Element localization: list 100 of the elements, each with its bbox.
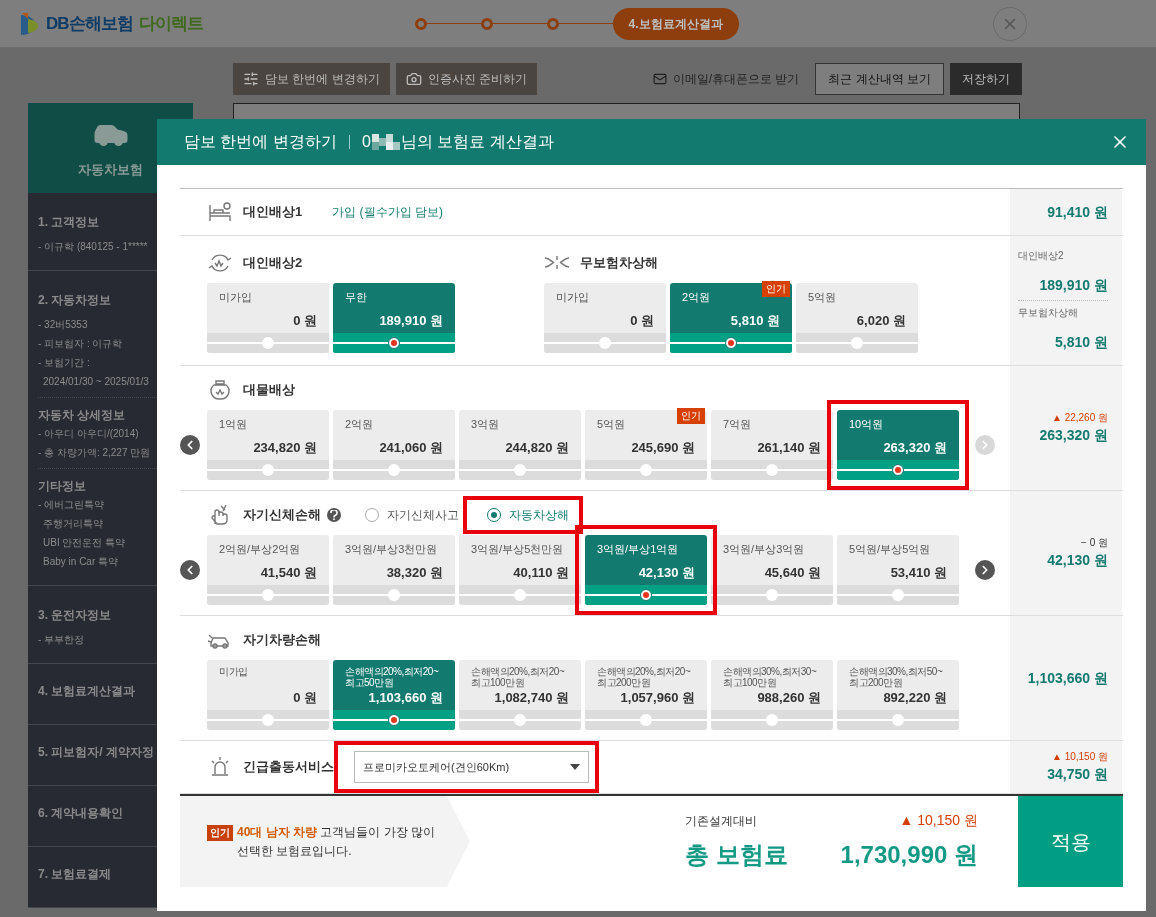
slider-thumb[interactable] (766, 464, 778, 476)
coverage-option[interactable]: 3억원 244,820 원 (459, 410, 581, 480)
modal-subtitle: 0 님의 보험료 계산결과 (361, 132, 554, 152)
history-button[interactable]: 최근 계산내역 보기 (815, 63, 944, 95)
option-label: 무한 (345, 290, 368, 305)
slider-thumb[interactable] (640, 464, 652, 476)
slider-thumb[interactable] (640, 589, 652, 601)
option-price: 234,820 원 (253, 438, 317, 457)
coverage-option[interactable]: 인기 2억원 5,810 원 (670, 283, 792, 353)
next-button[interactable] (975, 560, 995, 580)
coverage-option[interactable]: 인기 5억원 245,690 원 (585, 410, 707, 480)
coverage-option[interactable]: 손해액의30%,최저50~최고200만원 892,220 원 (837, 660, 959, 730)
coverage-option[interactable]: 손해액의20%,최저20~최고200만원 1,057,960 원 (585, 660, 707, 730)
coverage-option[interactable]: 미가입 0 원 (207, 283, 329, 353)
sidebar-detail: 주행거리특약 (42, 517, 103, 531)
coverage-option[interactable]: 5억원 6,020 원 (796, 283, 918, 353)
sidebar-heading[interactable]: 5. 피보험자/ 계약자정 (38, 743, 154, 761)
coverage-option[interactable]: 3억원/부상5천만원 40,110 원 (459, 535, 581, 605)
slider-thumb[interactable] (514, 714, 526, 726)
coverage-title: 무보험차상해 (580, 254, 658, 273)
coverage-option[interactable]: 미가입 0 원 (207, 660, 329, 730)
sidebar-heading[interactable]: 2. 자동차정보 (38, 291, 112, 309)
sidebar-heading[interactable]: 6. 계약내용확인 (38, 804, 124, 822)
option-label: 2억원/부상2억원 (219, 542, 302, 557)
toolbar-button[interactable]: 인증사진 준비하기 (395, 63, 537, 95)
sidebar-heading[interactable]: 4. 보험료계산결과 (38, 682, 136, 700)
popular-badge: 인기 (762, 281, 790, 297)
coverage-option[interactable]: 1억원 234,820 원 (207, 410, 329, 480)
slider-thumb[interactable] (640, 714, 652, 726)
save-button[interactable]: 저장하기 (950, 63, 1022, 95)
coverage-option[interactable]: 무한 189,910 원 (333, 283, 455, 353)
coverage-option[interactable]: 7억원 261,140 원 (711, 410, 833, 480)
mail-icon (652, 72, 667, 86)
slider-thumb[interactable] (892, 714, 904, 726)
recommendation-text: 40대 남자 차량 고객님들이 가장 많이 선택한 보험료입니다. (237, 823, 437, 860)
slider-thumb[interactable] (514, 589, 526, 601)
slider-thumb[interactable] (388, 589, 400, 601)
compare-label: 기존설계대비 (685, 812, 757, 830)
coverage-option[interactable]: 미가입 0 원 (544, 283, 666, 353)
toolbar-button[interactable]: 담보 한번에 변경하기 (233, 63, 390, 95)
previous-button[interactable] (180, 435, 200, 455)
option-label: 3억원/부상3억원 (723, 542, 806, 557)
coverage-option[interactable]: 2억원 241,060 원 (333, 410, 455, 480)
change-amount: ▲ 22,260 원 (1050, 411, 1108, 425)
option-price: 261,140 원 (757, 438, 821, 457)
slider-thumb[interactable] (388, 714, 400, 726)
coverage-option[interactable]: 손해액의20%,최저20~최고100만원 1,082,740 원 (459, 660, 581, 730)
option-price: 42,130 원 (638, 563, 695, 582)
email-link[interactable]: 이메일/휴대폰으로 받기 (672, 70, 800, 88)
option-price: 0 원 (293, 688, 317, 707)
option-label: 손해액의20%,최저20~최고50만원 (345, 666, 440, 688)
sidebar-detail: - 총 차량가액: 2,227 만원 (38, 446, 151, 460)
summary-label: 무보험차상해 (1018, 306, 1079, 320)
option-label: 3억원/부상3천만원 (345, 542, 439, 557)
sidebar-subheading[interactable]: 기타정보 (38, 477, 86, 495)
coverage-title: 대물배상 (243, 381, 295, 400)
slider-thumb[interactable] (262, 714, 274, 726)
option-price: 45,640 원 (764, 563, 821, 582)
coverage-option[interactable]: 3억원/부상1억원 42,130 원 (585, 535, 707, 605)
option-label: 미가입 (219, 666, 249, 677)
coverage-option[interactable]: 손해액의20%,최저20~최고50만원 1,103,660 원 (333, 660, 455, 730)
slider-thumb[interactable] (892, 589, 904, 601)
change-amount: − 0 원 (1080, 536, 1108, 550)
slider-thumb[interactable] (766, 714, 778, 726)
slider-thumb[interactable] (388, 464, 400, 476)
slider-thumb[interactable] (262, 589, 274, 601)
option-price: 189,910 원 (379, 311, 443, 330)
radio-option[interactable]: 자기신체사고 (365, 506, 459, 524)
slider-thumb[interactable] (892, 464, 904, 476)
slider-thumb[interactable] (725, 337, 737, 349)
slider-thumb[interactable] (262, 337, 274, 349)
change-amount: ▲ 10,150 원 (1050, 750, 1108, 764)
apply-button[interactable]: 적용 (1018, 796, 1123, 887)
sliders-icon (243, 71, 259, 87)
coverage-option[interactable]: 5억원/부상5억원 53,410 원 (837, 535, 959, 605)
slider-thumb[interactable] (599, 337, 611, 349)
service-dropdown[interactable]: 프로미카오토케어(견인60Km) (354, 751, 589, 783)
slider-thumb[interactable] (851, 337, 863, 349)
slider-thumb[interactable] (514, 464, 526, 476)
sidebar-heading[interactable]: 3. 운전자정보 (38, 606, 112, 624)
slider-thumb[interactable] (262, 464, 274, 476)
sidebar-heading[interactable]: 1. 고객정보 (38, 213, 100, 231)
slider-thumb[interactable] (766, 589, 778, 601)
previous-button[interactable] (180, 560, 200, 580)
coverage-option[interactable]: 손해액의30%,최저30~최고100만원 988,260 원 (711, 660, 833, 730)
help-icon[interactable] (327, 508, 341, 522)
coverage-option[interactable]: 3억원/부상3억원 45,640 원 (711, 535, 833, 605)
coverage-option[interactable]: 10억원 263,320 원 (837, 410, 959, 480)
coverage-title: 자기신체손해 (243, 506, 321, 525)
coverage-option[interactable]: 3억원/부상3천만원 38,320 원 (333, 535, 455, 605)
option-label: 2억원 (345, 417, 375, 432)
radio-option[interactable]: 자동차상해 (487, 506, 569, 524)
option-label: 5억원 (808, 290, 838, 305)
option-label: 손해액의20%,최저20~최고200만원 (597, 666, 692, 688)
coverage-option[interactable]: 2억원/부상2억원 41,540 원 (207, 535, 329, 605)
sidebar-heading[interactable]: 7. 보험료결제 (38, 865, 112, 883)
sidebar-subheading[interactable]: 자동차 상세정보 (38, 406, 126, 424)
option-price: 0 원 (630, 311, 654, 330)
slider-thumb[interactable] (388, 337, 400, 349)
coverage-title: 대인배상1 (243, 203, 303, 222)
